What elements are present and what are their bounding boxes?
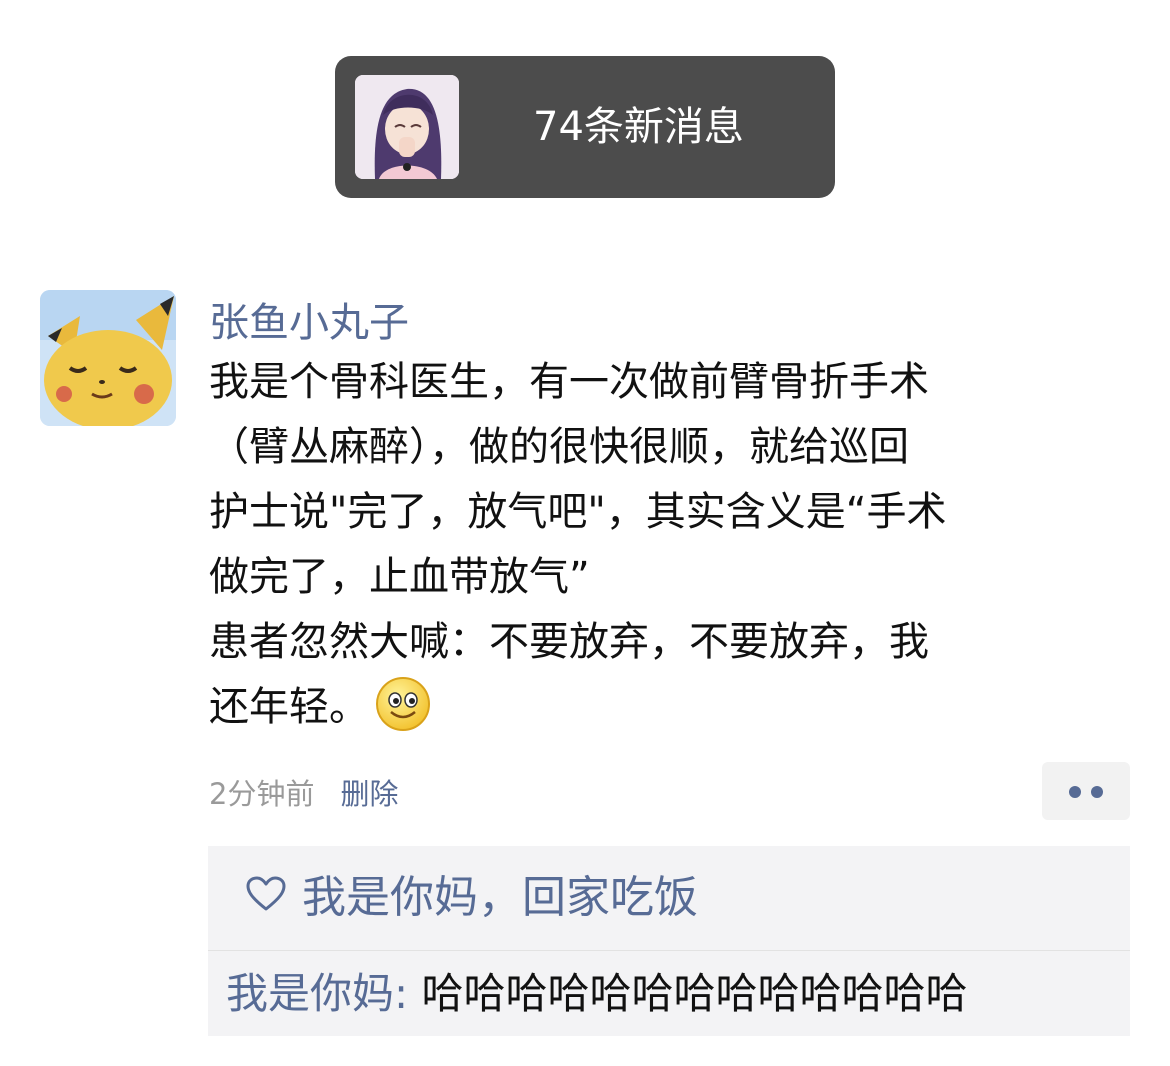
post-line: 患者忽然大喊：不要放弃，不要放弃，我	[209, 619, 929, 665]
post-line-last: 还年轻。	[209, 675, 1039, 740]
post-line: 还年轻。	[209, 684, 369, 730]
likes-row: 我是你妈，回家吃饭	[208, 846, 1130, 951]
pikachu-avatar-icon[interactable]	[40, 290, 176, 426]
smile-emoji-icon	[375, 676, 431, 732]
post-time: 2分钟前	[209, 777, 315, 811]
comment-item[interactable]: 我是你妈: 哈哈哈哈哈哈哈哈哈哈哈哈哈	[226, 966, 968, 1022]
heart-icon	[246, 876, 286, 911]
comment-author[interactable]: 我是你妈	[226, 969, 394, 1018]
post-line: 护士说"完了，放气吧"，其实含义是“手术	[209, 489, 947, 535]
more-dots-icon[interactable]	[1042, 762, 1130, 820]
post-line: 我是个骨科医生，有一次做前臂骨折手术	[209, 359, 929, 405]
comment-text: 哈哈哈哈哈哈哈哈哈哈哈哈哈	[421, 969, 968, 1018]
post-content: 我是个骨科医生，有一次做前臂骨折手术 （臂丛麻醉），做的很快很顺，就给巡回 护士…	[209, 350, 1039, 740]
post-line: （臂丛麻醉），做的很快很顺，就给巡回	[209, 424, 909, 470]
post-line: 做完了，止血带放气”	[209, 554, 590, 600]
new-messages-count: 74条新消息	[533, 104, 744, 150]
new-messages-notification[interactable]: 74条新消息	[335, 56, 835, 198]
comments-panel: 我是你妈，回家吃饭 我是你妈: 哈哈哈哈哈哈哈哈哈哈哈哈哈	[208, 846, 1130, 1036]
anime-girl-avatar-icon	[355, 75, 459, 179]
post-author-name[interactable]: 张鱼小丸子	[209, 296, 409, 350]
post-meta: 2分钟前 删除	[209, 774, 398, 814]
delete-link[interactable]: 删除	[340, 777, 398, 811]
comment-separator: :	[394, 969, 422, 1018]
dot	[1069, 786, 1081, 798]
likes-names[interactable]: 我是你妈，回家吃饭	[302, 870, 698, 926]
dot	[1091, 786, 1103, 798]
